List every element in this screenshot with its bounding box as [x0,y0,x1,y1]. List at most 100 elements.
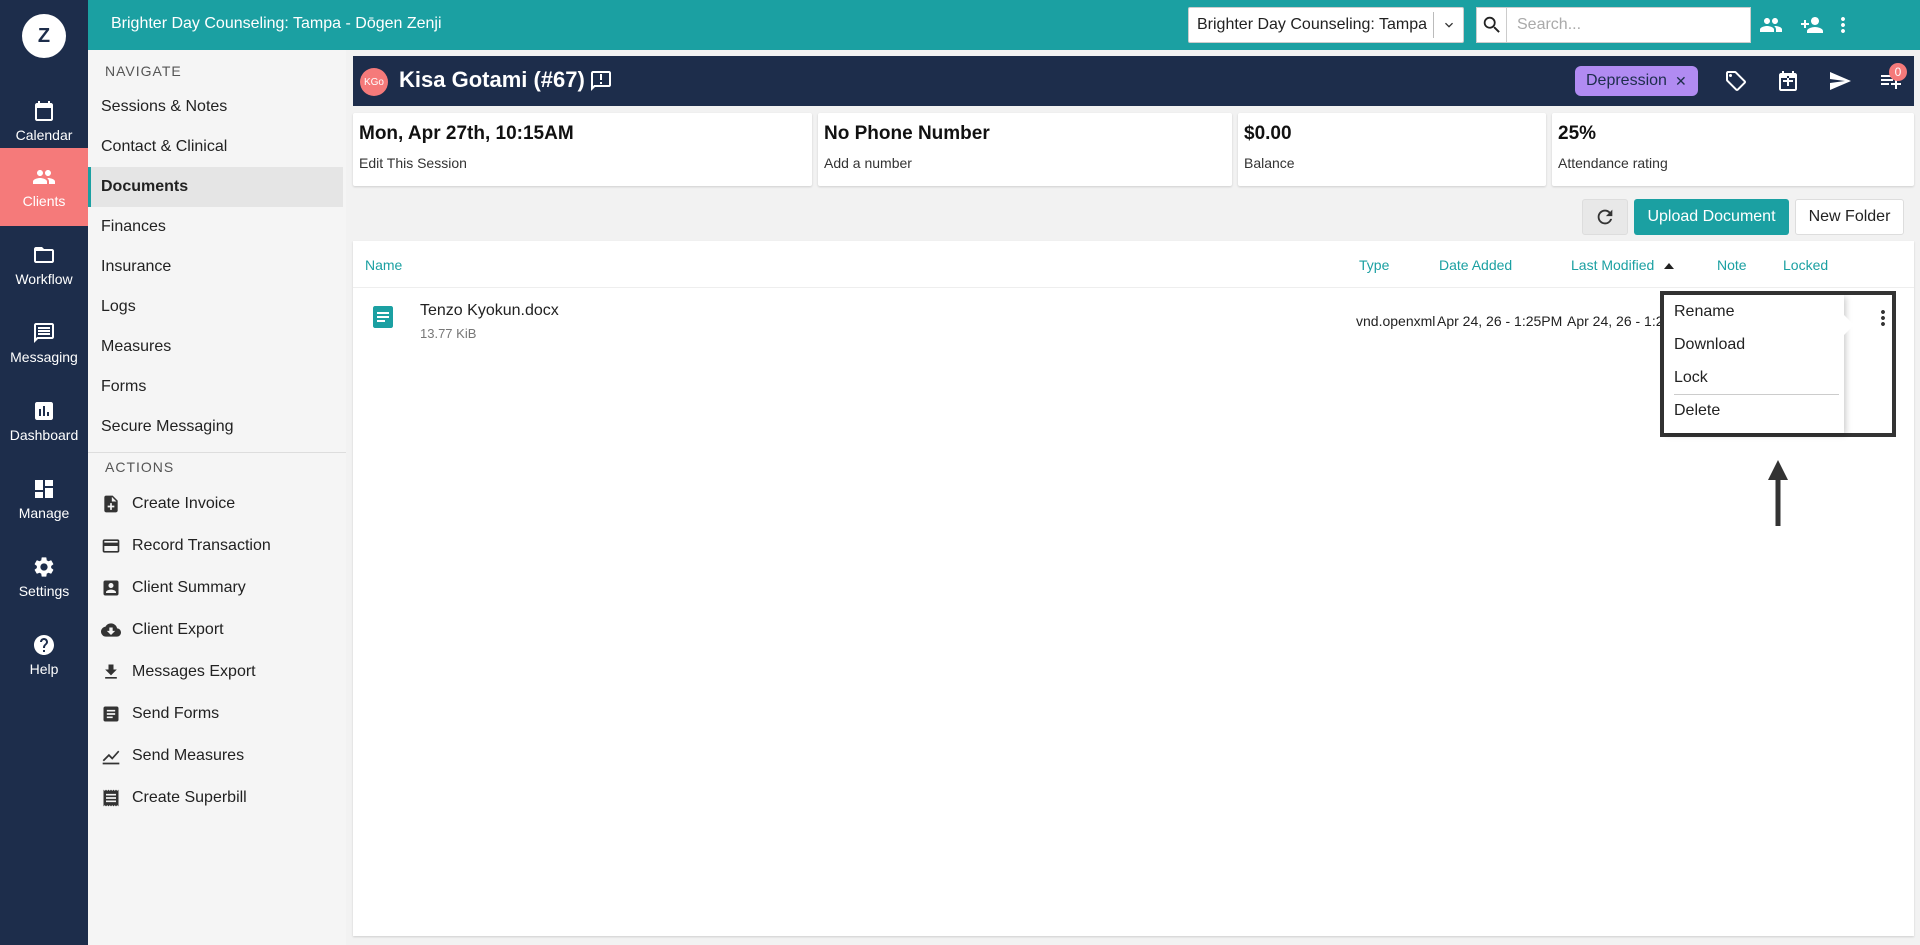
file-context-menu: Rename Download Lock Delete [1664,295,1854,433]
col-header-name[interactable]: Name [365,257,402,273]
rail-label: Help [29,661,59,677]
file-size: 13.77 KiB [420,326,477,341]
action-create-superbill[interactable]: Create Superbill [101,778,341,818]
more-vert-icon[interactable] [1831,13,1855,37]
file-date-added: Apr 24, 26 - 1:25PM [1437,313,1563,329]
card-value: 25% [1558,123,1597,144]
add-person-icon[interactable] [1800,13,1824,37]
action-record-transaction[interactable]: Record Transaction [101,526,341,566]
rail-item-help[interactable]: Help [0,616,88,694]
dashboard-icon [35,480,53,498]
col-header-last-modified[interactable]: Last Modified [1571,257,1675,273]
rail-item-manage[interactable]: Manage [0,460,88,538]
rail-item-dashboard[interactable]: Dashboard [0,382,88,460]
action-client-summary[interactable]: Client Summary [101,568,341,608]
card-value: No Phone Number [824,123,990,144]
invoice-icon [104,495,118,513]
bell-icon[interactable] [1683,13,1707,37]
action-messages-export[interactable]: Messages Export [101,652,341,692]
card-label: Attendance rating [1558,155,1668,171]
contact-card-icon [103,580,119,596]
nav-logs[interactable]: Logs [88,287,343,327]
rail-item-messaging[interactable]: Messaging [0,304,88,382]
card-attendance: 25% Attendance rating [1552,113,1914,186]
rail-label: Settings [18,583,70,599]
action-client-export[interactable]: Client Export [101,610,341,650]
practice-title: Brighter Day Counseling: Tampa - Dōgen Z… [111,15,442,32]
action-label: Client Export [132,621,224,638]
search-icon[interactable] [1476,7,1507,43]
card-link[interactable]: Add a number [824,155,1226,171]
cloud-download-icon [101,623,121,637]
rail-label: Messaging [10,349,78,365]
clients-icon [33,170,55,184]
line-chart-icon [102,750,120,765]
menu-item-delete[interactable]: Delete [1674,396,1834,426]
menu-item-lock[interactable]: Lock [1674,363,1834,393]
refresh-button[interactable] [1582,199,1628,235]
menu-item-download[interactable]: Download [1674,330,1834,360]
document-icon [373,306,393,328]
card-next-session[interactable]: Mon, Apr 27th, 10:15AM Edit This Session [353,113,812,186]
rail-item-settings[interactable]: Settings [0,538,88,616]
credit-card-icon [102,539,120,553]
nav-secure-messaging[interactable]: Secure Messaging [88,407,343,447]
app-logo[interactable]: Z [22,14,66,58]
rail-label: Manage [18,505,70,521]
nav-sessions-notes[interactable]: Sessions & Notes [88,87,343,127]
chevron-down-icon[interactable] [1433,12,1463,38]
send-icon[interactable] [1828,69,1852,93]
action-label: Send Forms [132,705,220,722]
nav-contact-clinical[interactable]: Contact & Clinical [88,127,343,167]
group-icon[interactable] [1759,13,1783,37]
chat-icon[interactable] [589,69,613,93]
tag-label: Depression [1586,72,1667,89]
client-header: KGo Kisa Gotami (#67) Depression ✕ 0 [353,56,1914,106]
rail-label: Dashboard [9,427,79,443]
download-icon [105,664,117,679]
file-last-modified: Apr 24, 26 - 1:2 [1567,313,1664,329]
sort-asc-icon [1664,263,1675,270]
new-folder-button[interactable]: New Folder [1795,199,1904,235]
queue-count-badge: 0 [1889,63,1907,81]
eye-icon[interactable] [1721,13,1745,37]
navigate-heading: NAVIGATE [105,63,182,79]
practice-select-value: Brighter Day Counseling: Tampa [1197,16,1428,33]
file-name[interactable]: Tenzo Kyokun.docx [420,302,559,320]
nav-measures[interactable]: Measures [88,327,343,367]
rail-item-workflow[interactable]: Workflow [0,226,88,304]
action-send-forms[interactable]: Send Forms [101,694,341,734]
rail-item-clients[interactable]: Clients [0,148,88,226]
col-header-note[interactable]: Note [1717,257,1747,273]
action-label: Create Superbill [132,789,247,806]
close-icon[interactable]: ✕ [1675,73,1687,90]
tags-icon[interactable] [1724,69,1748,93]
search-input[interactable] [1507,7,1751,43]
menu-item-rename[interactable]: Rename [1674,297,1834,327]
refresh-icon [1597,209,1613,225]
menu-divider [1674,394,1839,395]
message-icon [34,323,54,343]
card-phone[interactable]: No Phone Number Add a number [818,113,1232,186]
card-balance: $0.00 Balance [1238,113,1546,186]
action-label: Client Summary [132,579,246,596]
card-link[interactable]: Edit This Session [359,155,806,171]
col-header-type[interactable]: Type [1359,257,1389,273]
nav-forms[interactable]: Forms [88,367,343,407]
folder-icon [34,247,54,263]
nav-finances[interactable]: Finances [88,207,343,247]
nav-insurance[interactable]: Insurance [88,247,343,287]
diagnosis-tag[interactable]: Depression ✕ [1575,66,1698,96]
upload-document-button[interactable]: Upload Document [1634,199,1789,235]
col-header-date-added[interactable]: Date Added [1439,257,1512,273]
action-send-measures[interactable]: Send Measures [101,736,341,776]
action-create-invoice[interactable]: Create Invoice [101,484,341,524]
client-subnav: NAVIGATE Sessions & Notes Contact & Clin… [88,50,346,945]
left-rail: Z Calendar Clients Workflow Messaging Da… [0,0,88,945]
calendar-add-icon[interactable] [1776,69,1800,93]
nav-documents[interactable]: Documents [88,167,343,207]
chart-icon [35,402,53,420]
col-header-locked[interactable]: Locked [1783,257,1828,273]
avatar[interactable]: KGo [360,68,388,96]
practice-select[interactable]: Brighter Day Counseling: Tampa [1188,7,1464,43]
